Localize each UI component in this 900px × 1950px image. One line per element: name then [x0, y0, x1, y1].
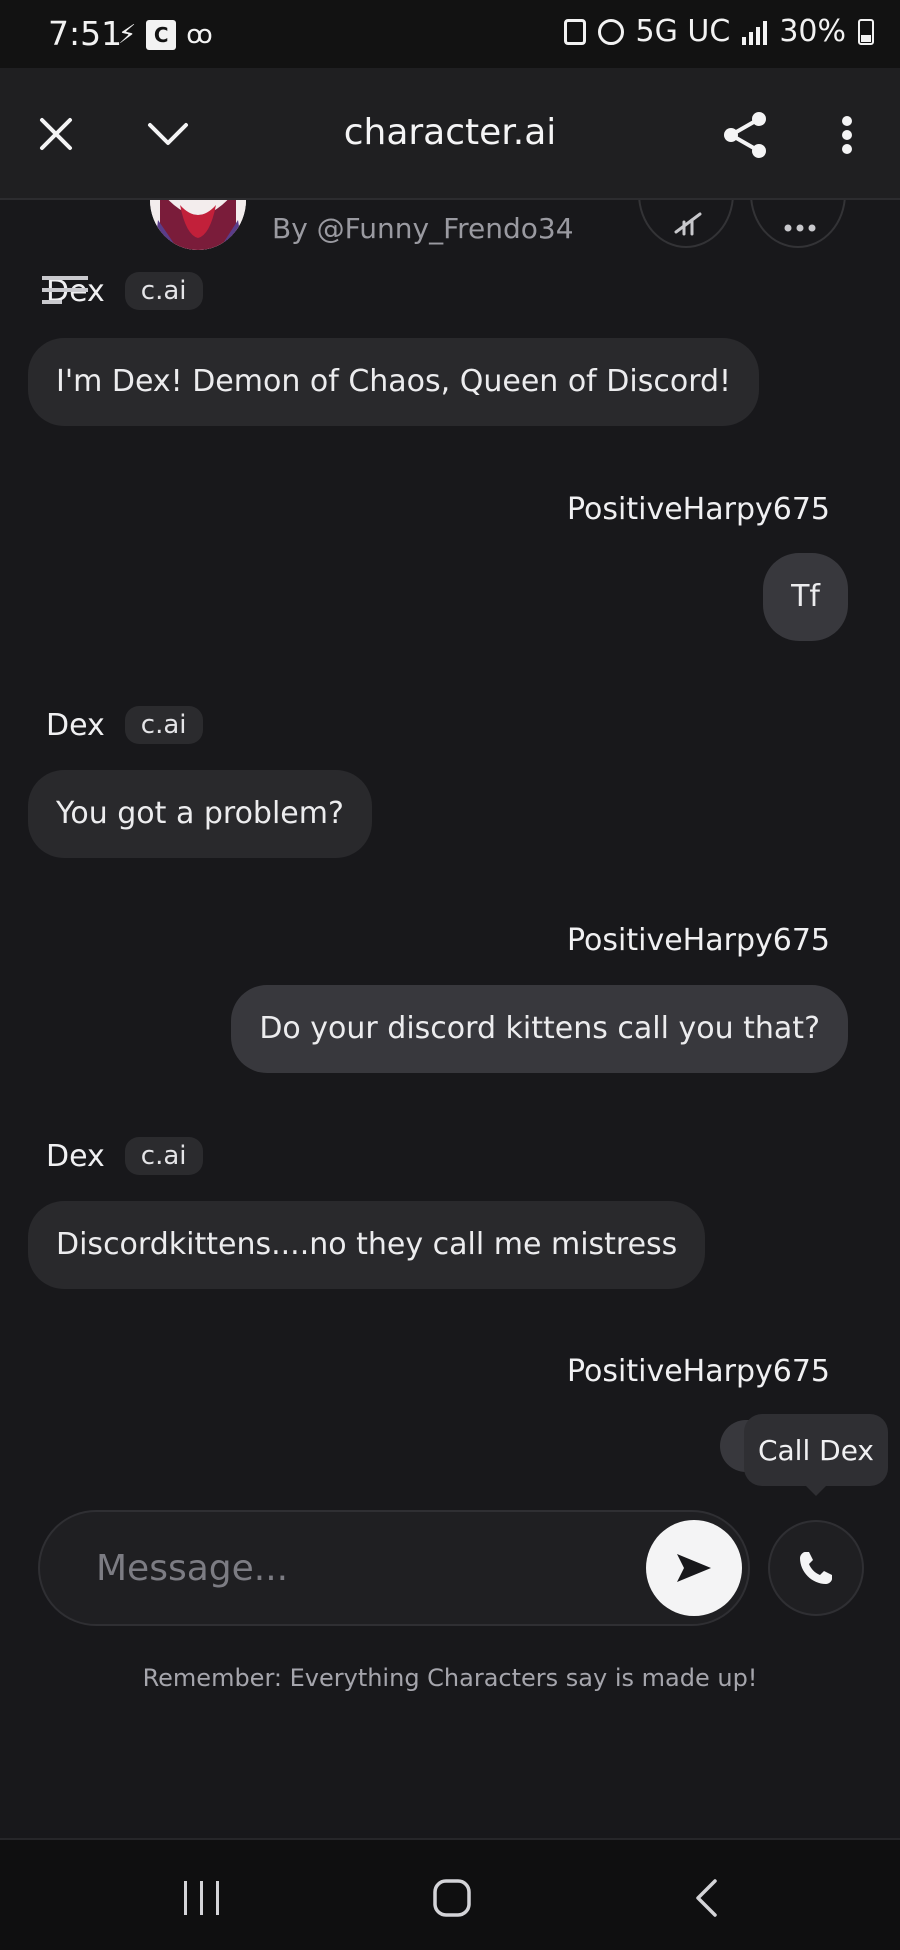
- cai-badge: c.ai: [124, 272, 203, 310]
- carrier-app-icon: C: [146, 20, 177, 50]
- share-icon: [724, 112, 766, 158]
- user-message-bubble[interactable]: Do your discord kittens call you that?: [231, 985, 848, 1073]
- creator-label: By @Funny_Frendo34: [272, 212, 574, 245]
- battery-icon: [858, 18, 874, 45]
- status-bar: 7:51 ⚡ C ꝏ 5G UC 30%: [0, 0, 900, 68]
- cai-badge: c.ai: [124, 706, 203, 744]
- network-label: 5G UC: [635, 14, 731, 49]
- bot-message-bubble[interactable]: Discordkittens....no they call me mistre…: [28, 1201, 706, 1289]
- call-button[interactable]: [768, 1520, 864, 1616]
- user-message-bubble[interactable]: Tf: [763, 553, 848, 641]
- bot-message-bubble[interactable]: You got a problem?: [28, 770, 372, 858]
- app-header: character.ai: [0, 68, 900, 200]
- phone-icon: [800, 1552, 832, 1584]
- status-time: 7:51: [48, 14, 123, 53]
- list-icon[interactable]: [42, 276, 88, 308]
- recent-apps-button[interactable]: [162, 1870, 242, 1926]
- send-icon: [677, 1554, 711, 1582]
- voicemail-icon: ꝏ: [186, 20, 213, 50]
- signal-icon: [742, 19, 768, 45]
- share-button[interactable]: [714, 100, 776, 170]
- disclaimer-text: Remember: Everything Characters say is m…: [142, 1664, 758, 1692]
- more-menu-button[interactable]: [826, 100, 868, 170]
- message-input[interactable]: [96, 1540, 596, 1596]
- home-icon: [433, 1879, 471, 1917]
- status-left-icons: ⚡ C ꝏ: [118, 20, 213, 50]
- sender-name: Dex: [46, 707, 105, 743]
- message-sender-row: Dex c.ai: [46, 706, 203, 744]
- call-tooltip: Call Dex: [744, 1414, 888, 1496]
- battery-percent: 30%: [779, 14, 846, 49]
- character-info-strip: By @Funny_Frendo34: [0, 140, 900, 260]
- battery-saver-icon: [563, 18, 586, 45]
- flash-icon: ⚡: [118, 20, 137, 50]
- home-button[interactable]: [412, 1870, 492, 1926]
- sender-name: PositiveHarpy675: [567, 1354, 830, 1389]
- bot-message-bubble[interactable]: I'm Dex! Demon of Chaos, Queen of Discor…: [28, 338, 760, 426]
- sender-name: Dex: [46, 1138, 105, 1174]
- alarm-icon: [597, 18, 624, 45]
- status-right-icons: 5G UC 30%: [563, 14, 874, 49]
- back-icon: [696, 1879, 717, 1917]
- sender-name: PositiveHarpy675: [567, 492, 830, 527]
- message-sender-row: Dex c.ai: [46, 1137, 203, 1175]
- cai-badge: c.ai: [124, 1137, 203, 1175]
- more-vertical-icon: [842, 116, 852, 154]
- back-button[interactable]: [666, 1870, 746, 1926]
- send-button[interactable]: [646, 1520, 742, 1616]
- message-composer: [38, 1510, 750, 1626]
- sender-name: PositiveHarpy675: [567, 923, 830, 958]
- system-nav-bar: [0, 1838, 900, 1950]
- recent-apps-icon: [184, 1881, 219, 1915]
